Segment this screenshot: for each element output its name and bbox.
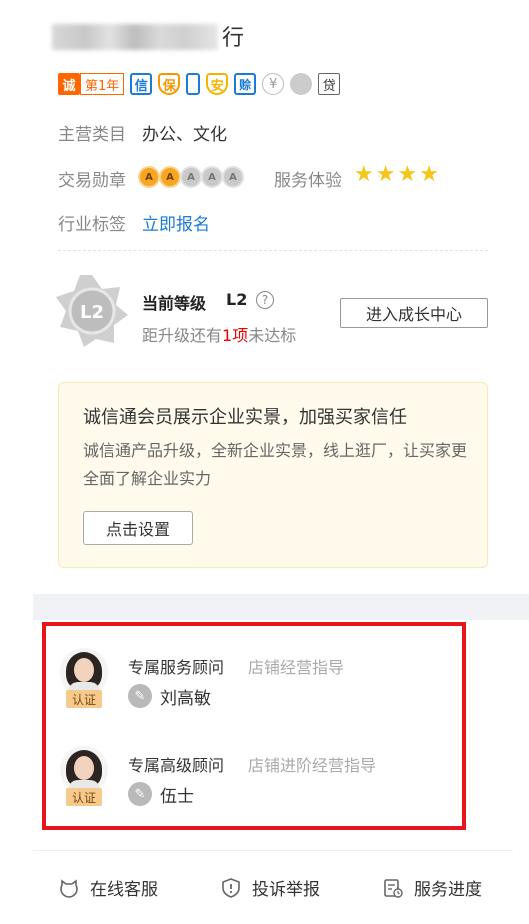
consultant-name-1[interactable]: 刘高敏: [160, 684, 211, 709]
certified-badge: 认证: [66, 690, 102, 708]
service-progress-label: 服务进度: [414, 880, 482, 900]
consultant-role-2: 专属高级顾问: [128, 756, 225, 775]
star-icon: ★: [375, 162, 396, 187]
register-now-link[interactable]: 立即报名: [142, 210, 210, 235]
consultant-avatar-1[interactable]: 认证: [60, 648, 120, 712]
complaint-button[interactable]: 投诉举报: [220, 875, 320, 900]
upgrade-requirement: 距升级还有1项未达标: [142, 322, 296, 346]
upgrade-suffix: 未达标: [248, 326, 297, 345]
trade-medal-icon: A: [140, 168, 158, 186]
guarantee-badge-icon[interactable]: 保: [158, 73, 181, 95]
promo-description: 诚信通产品升级，全新企业实景，线上逛厂，让买家更全面了解企业实力: [83, 441, 468, 488]
trade-medals: AAAAA: [140, 168, 245, 186]
promo-card: 诚信通会员展示企业实景，加强买家信任 诚信通产品升级，全新企业实景，线上逛厂，让…: [58, 382, 488, 568]
trade-medal-icon: A: [224, 168, 242, 186]
mobile-badge-icon[interactable]: [186, 73, 201, 95]
loan-badge-icon[interactable]: 贷: [318, 73, 341, 95]
current-level-value: L2: [226, 290, 248, 309]
wangwang-chat-icon[interactable]: ✎: [128, 684, 152, 708]
footer-divider: [33, 850, 513, 851]
trade-medal-icon: A: [182, 168, 200, 186]
trade-medal-icon: A: [203, 168, 221, 186]
level-badge-icon: L2: [56, 275, 128, 347]
wangwang-chat-icon[interactable]: ✎: [128, 782, 152, 806]
setup-button[interactable]: 点击设置: [83, 511, 193, 545]
shop-name-suffix: 行: [222, 26, 245, 51]
service-stars: ★ ★ ★ ★: [354, 164, 441, 186]
growth-center-button[interactable]: 进入成长中心: [340, 298, 488, 328]
consultant-role-1: 专属服务顾问: [128, 658, 225, 677]
shield-alert-icon: [222, 877, 240, 898]
consultant-avatar-2[interactable]: 认证: [60, 746, 120, 810]
online-service-label: 在线客服: [90, 880, 158, 900]
customer-service-icon: [60, 878, 78, 898]
section-separator: [33, 594, 529, 620]
chengxin-badge-icon[interactable]: 诚: [58, 73, 80, 95]
membership-year-badge[interactable]: 第1年: [80, 73, 125, 95]
certified-badge: 认证: [66, 788, 102, 806]
avatar: [60, 648, 108, 696]
badge-row: 诚 第1年 信 保 安 赊 ¥ 贷: [58, 73, 341, 95]
upgrade-prefix: 距升级还有: [142, 326, 223, 345]
shop-name-blurred: [52, 24, 218, 50]
consultant-desc-2: 店铺进阶经营指导: [248, 756, 377, 775]
star-icon: ★: [354, 162, 374, 187]
consultant-name-2[interactable]: 伍士: [160, 782, 194, 807]
progress-list-icon: [384, 878, 403, 898]
complaint-label: 投诉举报: [252, 880, 320, 900]
card-badge-icon[interactable]: [290, 73, 313, 95]
star-icon: ★: [397, 162, 418, 187]
upgrade-count: 1项: [222, 326, 249, 345]
star-icon: ★: [419, 162, 439, 187]
industry-tag-label: 行业标签: [58, 215, 126, 235]
level-badge-text: L2: [80, 302, 104, 323]
promo-title: 诚信通会员展示企业实景，加强买家信任: [83, 407, 407, 428]
service-progress-button[interactable]: 服务进度: [382, 875, 482, 900]
current-level-title: 当前等级: [142, 294, 207, 313]
credit-purchase-badge-icon[interactable]: 赊: [234, 73, 257, 95]
trust-badge-icon[interactable]: 信: [130, 73, 153, 95]
trade-medal-label: 交易勋章: [58, 171, 126, 191]
safety-badge-icon[interactable]: 安: [206, 73, 229, 95]
avatar: [60, 746, 108, 794]
payment-badge-icon[interactable]: ¥: [262, 73, 285, 95]
help-icon[interactable]: ?: [256, 291, 274, 309]
service-experience-label: 服务体验: [274, 171, 342, 191]
trade-medal-icon: A: [161, 168, 179, 186]
main-category-value: 办公、文化: [142, 125, 227, 145]
consultant-desc-1: 店铺经营指导: [248, 658, 345, 677]
divider: [58, 250, 488, 251]
main-category-label: 主营类目: [58, 125, 126, 145]
online-service-button[interactable]: 在线客服: [58, 875, 158, 900]
